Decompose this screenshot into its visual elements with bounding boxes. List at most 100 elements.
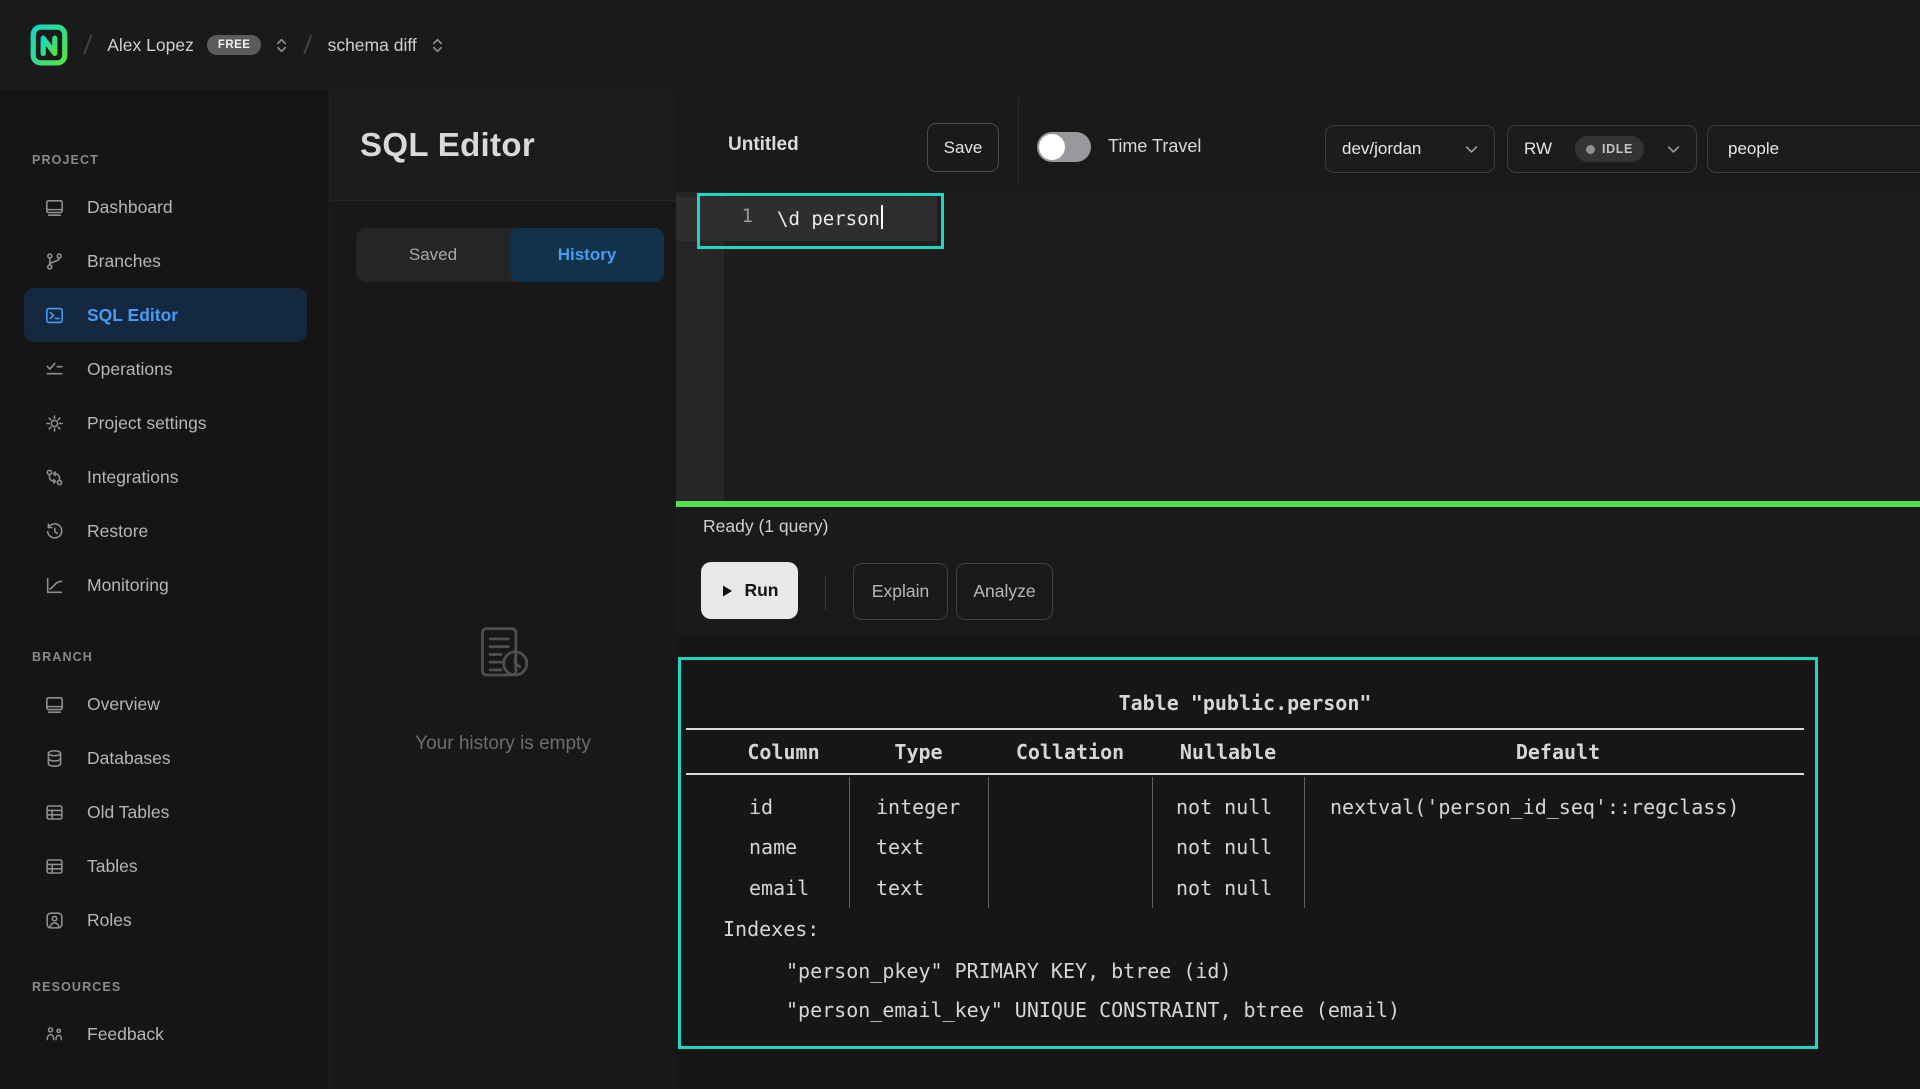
- results-cell: [1304, 835, 1812, 859]
- sidebar-item-label: Roles: [87, 910, 132, 931]
- results-cell: id: [718, 795, 849, 819]
- code-line[interactable]: \d person: [777, 205, 883, 230]
- compute-selector-value: RW: [1524, 139, 1552, 159]
- history-panel: SQL Editor SavedHistory Your history is …: [330, 90, 677, 1089]
- sidebar-item-label: Tables: [87, 856, 138, 877]
- sidebar-item-label: Databases: [87, 748, 171, 769]
- sidebar-nav: PROJECTDashboard Branches SQL Editor Operat…: [0, 90, 330, 1089]
- sidebar-item-monitoring[interactable]: Monitoring: [24, 558, 307, 612]
- column-divider: [1152, 777, 1153, 908]
- run-button[interactable]: Run: [701, 562, 798, 619]
- play-icon: [720, 584, 734, 598]
- sidebar-section-label: RESOURCES: [0, 967, 329, 1007]
- results-cell: text: [849, 876, 988, 900]
- results-header-row: ColumnTypeCollationNullableDefault: [718, 740, 1812, 764]
- history-empty-state: Your history is empty: [330, 620, 676, 755]
- sidebar-item-overview[interactable]: Overview: [24, 677, 307, 731]
- empty-history-message: Your history is empty: [415, 733, 591, 755]
- chevron-down-icon: [1667, 145, 1680, 154]
- header-divider: [1018, 98, 1019, 184]
- query-toolbar: Run Explain Analyze: [676, 550, 1920, 637]
- query-header: Untitled Save Time Travel dev/jordan RW …: [676, 90, 1920, 193]
- results-output: Table "public.person" ColumnTypeCollatio…: [676, 636, 1920, 1089]
- column-divider: [1304, 777, 1305, 908]
- results-cell: name: [718, 835, 849, 859]
- breadcrumb-slash: /: [82, 30, 92, 61]
- app-window: / Alex Lopez FREE / schema diff PROJECTD…: [0, 0, 1920, 1089]
- sidebar-item-branches[interactable]: Branches: [24, 234, 307, 288]
- results-table-row: nametextnot null: [718, 835, 1812, 859]
- breadcrumb-slash: /: [303, 30, 313, 61]
- query-name[interactable]: Untitled: [728, 134, 799, 156]
- results-cell: [988, 876, 1152, 900]
- results-column-header: Collation: [988, 740, 1152, 764]
- toolbar-divider: [825, 575, 826, 610]
- column-divider: [988, 777, 989, 908]
- branch-selector-value: dev/jordan: [1342, 139, 1421, 159]
- indexes-label: Indexes:: [723, 917, 819, 941]
- save-button[interactable]: Save: [927, 123, 999, 172]
- integrations-icon: [44, 467, 65, 488]
- sidebar-item-project-settings[interactable]: Project settings: [24, 396, 307, 450]
- sidebar-item-label: Project settings: [87, 413, 207, 434]
- dashboard-icon: [44, 197, 65, 218]
- explain-button[interactable]: Explain: [853, 563, 948, 620]
- database-selector[interactable]: people: [1707, 125, 1920, 173]
- table-grid-icon: [44, 856, 65, 877]
- sql-editor-icon: [44, 305, 65, 326]
- top-bar: / Alex Lopez FREE / schema diff: [0, 0, 1920, 91]
- empty-history-icon: [467, 620, 539, 699]
- sidebar-item-old-tables[interactable]: Old Tables: [24, 785, 307, 839]
- restore-clock-icon: [44, 521, 65, 542]
- chevron-down-icon: [1465, 145, 1478, 154]
- sidebar-item-operations[interactable]: Operations: [24, 342, 307, 396]
- sidebar-item-feedback[interactable]: Feedback: [24, 1007, 307, 1061]
- results-cell: [988, 835, 1152, 859]
- sql-code-editor[interactable]: 1 \d person: [676, 192, 1920, 501]
- sidebar-item-label: Integrations: [87, 467, 178, 488]
- sidebar-item-label: Operations: [87, 359, 173, 380]
- index-definition: "person_pkey" PRIMARY KEY, btree (id): [786, 959, 1232, 983]
- tab-saved[interactable]: Saved: [356, 228, 510, 282]
- branch-selector[interactable]: dev/jordan: [1325, 125, 1495, 173]
- project-switcher-chevrons-icon[interactable]: [431, 37, 444, 54]
- results-cell: nextval('person_id_seq'::regclass): [1304, 795, 1812, 819]
- results-table-row: emailtextnot null: [718, 876, 1812, 900]
- table-grid-icon: [44, 802, 65, 823]
- sidebar-item-label: Monitoring: [87, 575, 169, 596]
- time-travel-label: Time Travel: [1108, 136, 1201, 157]
- sidebar-item-label: SQL Editor: [87, 305, 178, 326]
- time-travel-toggle[interactable]: [1037, 132, 1091, 162]
- sidebar-item-roles[interactable]: Roles: [24, 893, 307, 947]
- plan-badge: FREE: [207, 35, 262, 55]
- sidebar-item-integrations[interactable]: Integrations: [24, 450, 307, 504]
- operations-icon: [44, 359, 65, 380]
- breadcrumb-org[interactable]: Alex Lopez: [107, 35, 194, 56]
- results-cell: not null: [1152, 835, 1304, 859]
- neon-logo-icon[interactable]: [30, 24, 68, 66]
- sidebar-section-label: PROJECT: [0, 140, 329, 180]
- org-switcher-chevrons-icon[interactable]: [275, 37, 288, 54]
- tab-history[interactable]: History: [510, 228, 664, 282]
- breadcrumb-project[interactable]: schema diff: [328, 35, 417, 56]
- sidebar-item-sql-editor[interactable]: SQL Editor: [24, 288, 307, 342]
- sidebar-item-databases[interactable]: Databases: [24, 731, 307, 785]
- table-rule: [686, 773, 1804, 775]
- compute-selector[interactable]: RW IDLE: [1507, 125, 1697, 173]
- sidebar-item-label: Old Tables: [87, 802, 169, 823]
- history-panel-header: SQL Editor: [330, 90, 676, 201]
- feedback-icon: [44, 1024, 65, 1045]
- sidebar-item-label: Branches: [87, 251, 161, 272]
- overview-icon: [44, 694, 65, 715]
- results-cell: email: [718, 876, 849, 900]
- sidebar-item-dashboard[interactable]: Dashboard: [24, 180, 307, 234]
- sidebar-item-restore[interactable]: Restore: [24, 504, 307, 558]
- sidebar-item-tables[interactable]: Tables: [24, 839, 307, 893]
- results-cell: integer: [849, 795, 988, 819]
- line-number: 1: [731, 205, 753, 227]
- results-column-header: Default: [1304, 740, 1812, 764]
- status-dot-icon: [1586, 145, 1595, 154]
- results-cell: [1304, 876, 1812, 900]
- sidebar-item-label: Feedback: [87, 1024, 164, 1045]
- analyze-button[interactable]: Analyze: [956, 563, 1053, 620]
